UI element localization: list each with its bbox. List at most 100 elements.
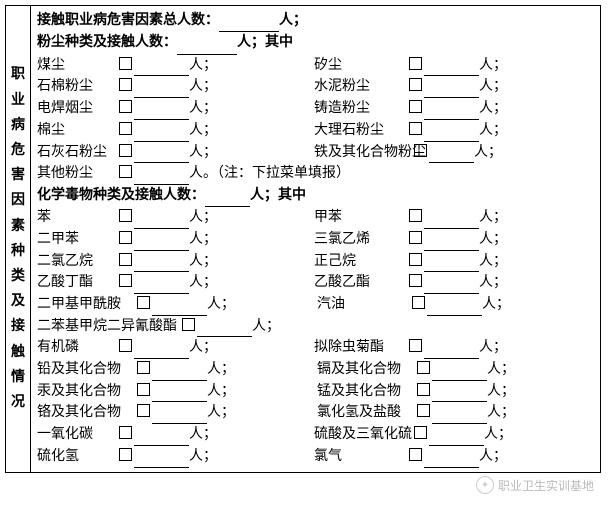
blank[interactable] [424, 236, 479, 251]
blank[interactable] [152, 387, 207, 402]
checkbox-icon[interactable] [119, 57, 132, 70]
blank[interactable] [134, 453, 189, 468]
checkbox-icon[interactable] [409, 78, 422, 91]
blank[interactable] [424, 127, 479, 142]
blank[interactable] [429, 148, 474, 163]
blank[interactable] [134, 127, 189, 142]
checkbox-icon[interactable] [119, 122, 132, 135]
blank[interactable] [424, 105, 479, 120]
checkbox-icon[interactable] [409, 209, 422, 222]
item-value: 人； [409, 55, 507, 77]
checkbox-icon[interactable] [119, 339, 132, 352]
checkbox-icon[interactable] [137, 361, 150, 374]
blank-chem[interactable] [205, 192, 250, 207]
header-chem-unit: 人；其中 [250, 188, 306, 203]
item-label: 石棉粉尘 [37, 76, 119, 98]
checkbox-icon[interactable] [119, 100, 132, 113]
checkbox-icon[interactable] [409, 253, 422, 266]
blank[interactable] [424, 344, 479, 359]
checkbox-icon[interactable] [119, 231, 132, 244]
checkbox-icon[interactable] [409, 448, 422, 461]
blank[interactable] [424, 257, 479, 272]
item-label: 水泥粉尘 [314, 76, 409, 98]
checkbox-icon[interactable] [414, 426, 427, 439]
item-value: 人； [414, 142, 502, 164]
blank[interactable] [424, 214, 479, 229]
checkbox-icon[interactable] [417, 361, 430, 374]
blank[interactable] [424, 453, 479, 468]
blank[interactable] [134, 257, 189, 272]
checkbox-icon[interactable] [182, 318, 195, 331]
blank[interactable] [134, 279, 189, 294]
checkbox-icon[interactable] [409, 274, 422, 287]
item-value: 人； [409, 337, 507, 359]
blank[interactable] [134, 61, 189, 76]
blank[interactable] [134, 83, 189, 98]
item-value: 人； [119, 337, 314, 359]
item-label: 二氯乙烷 [37, 251, 119, 273]
blank[interactable] [427, 301, 482, 316]
checkbox-icon[interactable] [119, 144, 132, 157]
blank-dust[interactable] [177, 40, 237, 55]
item-value: 人； [409, 446, 507, 468]
side-heading: 职业病危害因素种类及接触情况 [6, 6, 31, 472]
side-char: 情 [11, 365, 25, 390]
blank[interactable] [152, 301, 207, 316]
checkbox-icon[interactable] [119, 426, 132, 439]
header-total: 接触职业病危害因素总人数：人； [37, 10, 594, 32]
checkbox-icon[interactable] [417, 383, 430, 396]
item-label: 石灰石粉尘 [37, 142, 119, 164]
item-value: 人； [119, 251, 314, 273]
blank[interactable] [152, 409, 207, 424]
header-total-label: 接触职业病危害因素总人数： [37, 13, 219, 28]
checkbox-icon[interactable] [119, 274, 132, 287]
blank[interactable] [429, 431, 484, 446]
item-value: 人； [409, 120, 507, 142]
checkbox-icon[interactable] [119, 448, 132, 461]
blank[interactable] [432, 366, 487, 381]
blank[interactable] [134, 236, 189, 251]
item-label: 汞及其化合物 [37, 381, 137, 403]
checkbox-icon[interactable] [119, 209, 132, 222]
checkbox-icon[interactable] [119, 165, 132, 178]
checkbox-icon[interactable] [412, 296, 425, 309]
blank[interactable] [424, 279, 479, 294]
checkbox-icon[interactable] [137, 404, 150, 417]
side-char: 因 [11, 188, 25, 213]
item-label: 大理石粉尘 [314, 120, 409, 142]
blank[interactable] [134, 344, 189, 359]
item-value: 人； [119, 76, 314, 98]
checkbox-icon[interactable] [409, 57, 422, 70]
item-value: 人； [412, 294, 510, 316]
blank[interactable] [134, 148, 189, 163]
blank[interactable] [432, 387, 487, 402]
blank[interactable] [134, 170, 189, 185]
blank[interactable] [134, 105, 189, 120]
checkbox-icon[interactable] [409, 231, 422, 244]
checkbox-icon[interactable] [409, 100, 422, 113]
checkbox-icon[interactable] [137, 296, 150, 309]
blank-total[interactable] [219, 17, 279, 32]
blank[interactable] [134, 431, 189, 446]
item-value: 人； [414, 424, 512, 446]
item-label: 镉及其化合物 [317, 359, 417, 381]
item-value: 人； [119, 55, 314, 77]
blank[interactable] [134, 214, 189, 229]
blank[interactable] [197, 322, 252, 337]
blank[interactable] [424, 83, 479, 98]
form-row: 二甲基甲酰胺人；汽油人； [37, 294, 594, 316]
item-label: 一氧化碳 [37, 424, 119, 446]
checkbox-icon[interactable] [409, 122, 422, 135]
checkbox-icon[interactable] [119, 78, 132, 91]
blank[interactable] [424, 61, 479, 76]
checkbox-icon[interactable] [119, 253, 132, 266]
item-value: 人； [409, 251, 507, 273]
blank[interactable] [432, 409, 487, 424]
blank[interactable] [152, 366, 207, 381]
item-label: 苯 [37, 207, 119, 229]
checkbox-icon[interactable] [137, 383, 150, 396]
checkbox-icon[interactable] [417, 404, 430, 417]
item-label: 二甲基甲酰胺 [37, 294, 137, 316]
checkbox-icon[interactable] [409, 339, 422, 352]
checkbox-icon[interactable] [414, 144, 427, 157]
